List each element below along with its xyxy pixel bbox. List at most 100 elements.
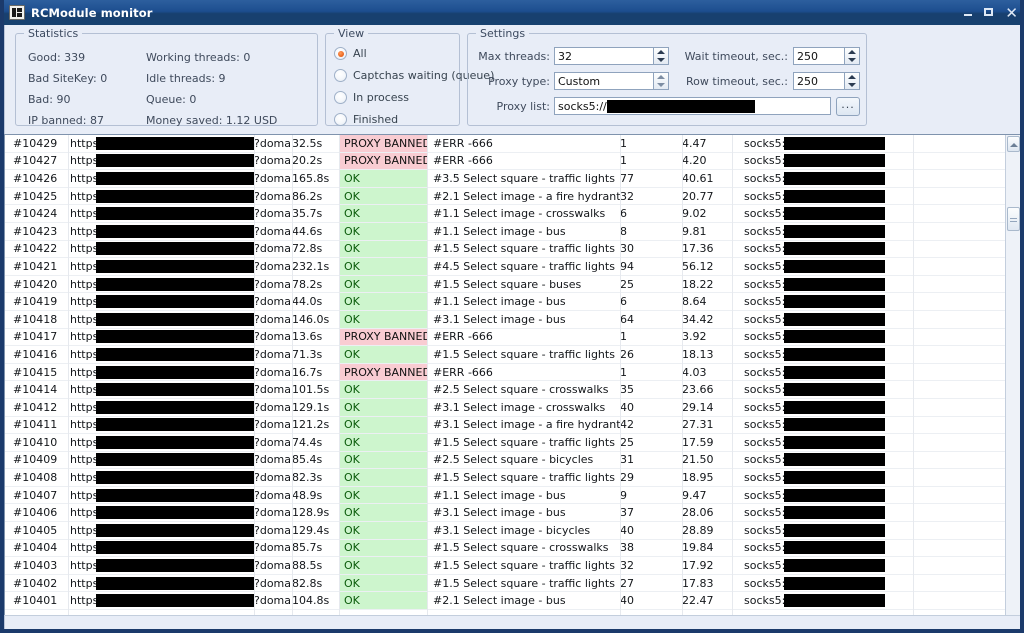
cell-status: OK <box>339 205 427 222</box>
table-row[interactable]: #10408 https:/?domai 82.3s OK #1.5 Select sq… <box>5 469 1006 487</box>
cell-cost: 28.06 <box>682 506 714 520</box>
table-row[interactable]: #10415 https:/?domai 16.7s PROXY BANNED! #ER… <box>5 363 1006 382</box>
table-row[interactable]: #10423 https:/?domai 44.6s OK #1.1 Select im… <box>5 222 1006 241</box>
table-row[interactable]: #10409 https:/?domai 85.4s OK #2.5 Select sq… <box>5 451 1006 470</box>
radio-captchas-waiting-icon[interactable] <box>334 69 347 82</box>
window-controls: ✕ <box>963 5 1020 20</box>
wait-timeout-spinner-down[interactable] <box>845 56 859 64</box>
cell-cost: 20.77 <box>682 189 714 203</box>
cell-proxy: socks5:/ <box>742 347 974 361</box>
wait-timeout-spinner-up[interactable] <box>845 48 859 56</box>
table-row[interactable]: #10422 https:/?domai 72.8s OK #1.5 Select sq… <box>5 240 1006 259</box>
max-threads-spinner[interactable] <box>653 47 669 65</box>
proxy-list-label: Proxy list: <box>496 100 551 113</box>
cell-proxy-text: socks5:/ <box>744 259 790 273</box>
proxy-type-select[interactable]: Custom <box>554 72 669 90</box>
view-option-all[interactable]: All <box>334 47 367 60</box>
stat-queue: Queue: 0 <box>146 93 197 106</box>
cell-url: https:/ <box>68 541 254 555</box>
table-row[interactable]: #10425 https:/?domai 86.2s OK #2.1 Select im… <box>5 187 1006 206</box>
title-bar: RCModule monitor ✕ <box>4 0 1020 25</box>
proxy-type-spinner[interactable] <box>653 72 669 90</box>
cell-status: OK <box>339 486 427 504</box>
stat-ip-banned: IP banned: 87 <box>28 114 104 127</box>
minimize-button[interactable] <box>963 6 974 19</box>
table-row[interactable]: #10414 https:/?domai 101.5s OK #2.5 Select s… <box>5 381 1006 399</box>
table-row[interactable]: #10406 https:/?domai 128.9s OK #3.1 Select i… <box>5 504 1006 523</box>
cell-proxy: socks5:/ <box>742 418 974 432</box>
row-timeout-spinner-down[interactable] <box>845 81 859 89</box>
cell-domain: ?domai <box>254 171 292 185</box>
cell-proxy: socks5:/ <box>742 559 974 573</box>
cell-status: OK <box>339 398 427 416</box>
cell-domain: ?domai <box>254 594 292 608</box>
cell-domain: ?domai <box>254 224 292 238</box>
table-row[interactable]: #10426 https:/?domai 165.8s OK #3.5 Select s… <box>5 170 1006 188</box>
cell-url-redacted <box>96 295 254 309</box>
scroll-up-button[interactable] <box>1007 136 1020 152</box>
table-row[interactable]: #10404 https:/?domai 85.7s OK #1.5 Select sq… <box>5 539 1006 558</box>
view-option-in-process[interactable]: In process <box>334 91 409 104</box>
table-row[interactable]: #10427 https:/?domai 20.2s PROXY BANNED! #ER… <box>5 152 1006 171</box>
cell-proxy: socks5:/ <box>742 224 974 238</box>
cell-duration: 129.1s <box>292 400 330 414</box>
cell-id: #10401 <box>13 594 58 608</box>
maximize-button[interactable] <box>983 6 996 19</box>
cell-cost: 34.42 <box>682 312 714 326</box>
table-row[interactable]: #10403 https:/?domai 88.5s OK #1.5 Select sq… <box>5 557 1006 575</box>
results-grid[interactable]: #10429 https:/?domai 32.5s PROXY BANNED! #ER… <box>5 135 1006 615</box>
row-timeout-spinner[interactable] <box>844 72 860 90</box>
table-row[interactable]: #10420 https:/?domai 78.2s OK #1.5 Select sq… <box>5 275 1006 294</box>
table-row[interactable]: #10411 https:/?domai 121.2s OK #3.1 Select i… <box>5 416 1006 435</box>
cell-domain: ?domai <box>254 207 292 221</box>
row-timeout-spinner-up[interactable] <box>845 73 859 81</box>
cell-url: https:/ <box>68 506 254 520</box>
table-row[interactable]: #10401 https:/?domai 104.8s OK #2.1 Select i… <box>5 592 1006 611</box>
chevron-up-icon <box>1009 143 1018 147</box>
table-row[interactable]: #10412 https:/?domai 129.1s OK #3.1 Select i… <box>5 398 1006 417</box>
table-row[interactable]: #10429 https:/?domai 32.5s PROXY BANNED! #ER… <box>5 135 1006 153</box>
vertical-scrollbar[interactable] <box>1005 135 1020 615</box>
cell-count: 6 <box>620 207 627 221</box>
cell-proxy: socks5:/ <box>742 312 974 326</box>
cell-proxy-redacted <box>784 383 885 397</box>
max-threads-input[interactable]: 32 <box>554 47 669 65</box>
cell-url-redacted <box>96 453 254 467</box>
table-row[interactable]: #10421 https:/?domai 232.1s OK #4.5 Select s… <box>5 258 1006 276</box>
cell-duration: 82.3s <box>292 471 323 485</box>
cell-proxy-text: socks5:/ <box>744 136 790 150</box>
cell-status: OK <box>339 222 427 240</box>
cell-status: OK <box>339 574 427 592</box>
max-threads-spinner-down[interactable] <box>654 56 668 64</box>
table-row[interactable]: #10402 https:/?domai 82.8s OK #1.5 Select sq… <box>5 574 1006 593</box>
cell-task: #1.5 Select square - traffic lights <box>433 242 615 256</box>
proxy-type-spinner-down[interactable] <box>654 81 668 89</box>
cell-proxy: socks5:/ <box>742 242 974 256</box>
table-row[interactable]: #10410 https:/?domai 74.4s OK #1.5 Select sq… <box>5 434 1006 452</box>
table-row[interactable]: #10419 https:/?domai 44.0s OK #1.1 Select im… <box>5 293 1006 311</box>
wait-timeout-label: Wait timeout, sec.: <box>684 50 788 63</box>
proxy-list-browse-button[interactable]: ... <box>836 97 860 116</box>
table-row[interactable]: #10417 https:/?domai 13.6s PROXY BANNED! #ER… <box>5 328 1006 347</box>
view-option-finished[interactable]: Finished <box>334 113 398 126</box>
table-row[interactable]: #10418 https:/?domai 146.0s OK #3.1 Select i… <box>5 310 1006 329</box>
cell-proxy-text: socks5:/ <box>744 594 790 608</box>
table-row[interactable]: #10424 https:/?domai 35.7s OK #1.1 Select im… <box>5 205 1006 223</box>
cell-domain: ?domai <box>254 347 292 361</box>
max-threads-spinner-up[interactable] <box>654 48 668 56</box>
wait-timeout-spinner[interactable] <box>844 47 860 65</box>
table-row[interactable]: #10405 https:/?domai 129.4s OK #3.1 Select i… <box>5 522 1006 540</box>
radio-in-process-icon[interactable] <box>334 91 347 104</box>
cell-proxy-redacted <box>784 347 885 361</box>
top-panel: Statistics Good: 339 Bad SiteKey: 0 Bad:… <box>4 25 1020 134</box>
cell-proxy-redacted <box>784 259 885 273</box>
close-button[interactable]: ✕ <box>1005 5 1018 20</box>
scrollbar-thumb[interactable] <box>1007 207 1020 231</box>
proxy-type-spinner-up[interactable] <box>654 73 668 81</box>
cell-proxy-redacted <box>784 312 885 326</box>
radio-all-icon[interactable] <box>334 47 347 60</box>
proxy-list-input[interactable]: socks5:// <box>554 97 831 115</box>
table-row[interactable]: #10416 https:/?domai 71.3s OK #1.5 Select sq… <box>5 346 1006 364</box>
table-row[interactable]: #10407 https:/?domai 48.9s OK #1.1 Select im… <box>5 486 1006 505</box>
radio-finished-icon[interactable] <box>334 113 347 126</box>
